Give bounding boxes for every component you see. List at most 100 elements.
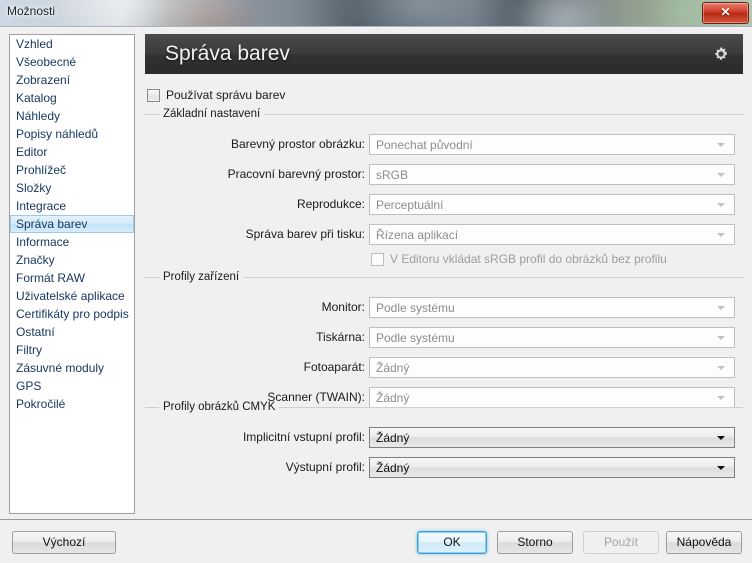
page-title: Správa barev [165, 42, 290, 65]
chevron-down-icon [717, 143, 725, 147]
form-row: Implicitní vstupní profil: Žádný [145, 427, 743, 448]
sidebar-item-3[interactable]: Zobrazení [10, 71, 134, 89]
sidebar-item-label: Integrace [16, 199, 67, 213]
group-box-2: Profily zařízení [145, 271, 743, 285]
settings-category-list[interactable]: Vzhled Všeobecné Zobrazení Katalog Náhledy Po… [9, 34, 135, 514]
dropdown-value: Žádný [376, 431, 410, 445]
sidebar-item-19[interactable]: Zásuvné moduly [10, 359, 134, 377]
sidebar-item-label: Pokročilé [16, 397, 66, 411]
field-label: Pracovní barevný prostor: [227, 167, 365, 181]
dropdown-value: Ponechat původní [376, 138, 473, 152]
dropdown-value: Perceptuální [376, 198, 444, 212]
sidebar-item-11[interactable]: Správa barev [10, 215, 134, 233]
chevron-down-icon [717, 203, 725, 207]
sidebar-item-10[interactable]: Integrace [10, 197, 134, 215]
field-label: Tiskárna: [316, 330, 365, 344]
sidebar-item-label: GPS [16, 379, 42, 393]
field-label: Reprodukce: [296, 197, 365, 211]
group-box-1: Základní nastavení [145, 108, 743, 122]
field-label: Výstupní profil: [285, 460, 365, 474]
group-box-3: Profily obrázků CMYK [145, 401, 743, 415]
settings-panel: Správa barev Používat správu barev Zákla… [145, 34, 743, 514]
sidebar-item-label: Informace [16, 235, 70, 249]
use-color-management-row[interactable]: Používat správu barev [147, 88, 285, 102]
use-color-management-checkbox[interactable] [147, 88, 160, 102]
form-row: Fotoaparát: Žádný [145, 357, 743, 378]
group-box-title: Profily obrázků CMYK [159, 401, 280, 413]
chevron-down-icon [717, 306, 725, 310]
footer-separator [0, 519, 752, 520]
field-label: Správa barev při tisku: [245, 227, 365, 241]
close-icon: ✕ [720, 5, 731, 19]
dropdown-select: Řízena aplikací [369, 224, 735, 245]
field-label: Monitor: [321, 300, 365, 314]
sidebar-item-4[interactable]: Katalog [10, 89, 134, 107]
sidebar-item-12[interactable]: Informace [10, 233, 134, 251]
dropdown-select[interactable]: Žádný [369, 457, 735, 478]
sidebar-item-label: Formát RAW [16, 271, 85, 285]
title-bar: Možnosti ✕ [0, 0, 752, 27]
window-title: Možnosti [7, 4, 56, 18]
ok-button[interactable]: OK [417, 531, 487, 554]
use-color-management-label: Používat správu barev [166, 88, 286, 102]
sidebar-item-label: Uživatelské aplikace [16, 289, 125, 303]
sidebar-item-21[interactable]: Pokročilé [10, 395, 134, 413]
dropdown-value: Podle systému [376, 331, 455, 345]
sidebar-item-6[interactable]: Popisy náhledů [10, 125, 134, 143]
dialog-client-area: Vzhled Všeobecné Zobrazení Katalog Náhledy Po… [0, 27, 752, 563]
sidebar-item-14[interactable]: Formát RAW [10, 269, 134, 287]
panel-header: Správa barev [145, 34, 743, 74]
field-label: Fotoaparát: [303, 360, 365, 374]
form-row: Výstupní profil: Žádný [145, 457, 743, 478]
dropdown-select: Podle systému [369, 327, 735, 348]
chevron-down-icon [717, 396, 725, 400]
sidebar-item-label: Značky [16, 253, 55, 267]
dropdown-select: Podle systému [369, 297, 735, 318]
sidebar-item-label: Zásuvné moduly [16, 361, 105, 375]
sidebar-item-label: Ostatní [16, 325, 55, 339]
dropdown-select[interactable]: Žádný [369, 427, 735, 448]
sidebar-item-17[interactable]: Ostatní [10, 323, 134, 341]
sidebar-item-1[interactable]: Vzhled [10, 35, 134, 53]
close-button[interactable]: ✕ [702, 2, 749, 24]
embed-srgb-profile-checkbox [371, 252, 384, 266]
help-button[interactable]: Nápověda [666, 531, 742, 554]
sidebar-item-13[interactable]: Značky [10, 251, 134, 269]
form-row: Barevný prostor obrázku: Ponechat původní [145, 134, 743, 155]
dropdown-select: Žádný [369, 357, 735, 378]
dropdown-select: sRGB [369, 164, 735, 185]
embed-srgb-profile-label: V Editoru vkládat sRGB profil do obrázků… [390, 252, 667, 266]
sidebar-item-15[interactable]: Uživatelské aplikace [10, 287, 134, 305]
form-row: Pracovní barevný prostor: sRGB [145, 164, 743, 185]
sidebar-item-18[interactable]: Filtry [10, 341, 134, 359]
gear-icon[interactable] [713, 46, 729, 62]
sidebar-item-8[interactable]: Prohlížeč [10, 161, 134, 179]
dropdown-value: sRGB [376, 168, 409, 182]
sidebar-item-9[interactable]: Složky [10, 179, 134, 197]
embed-srgb-profile-row: V Editoru vkládat sRGB profil do obrázků… [371, 252, 667, 266]
chevron-down-icon [717, 336, 725, 340]
form-row: Správa barev při tisku: Řízena aplikací [145, 224, 743, 245]
sidebar-item-16[interactable]: Certifikáty pro podpis [10, 305, 134, 323]
dropdown-select: Perceptuální [369, 194, 735, 215]
sidebar-item-label: Katalog [16, 91, 57, 105]
field-label: Barevný prostor obrázku: [230, 137, 365, 151]
apply-button: Použít [583, 531, 659, 554]
sidebar-item-20[interactable]: GPS [10, 377, 134, 395]
sidebar-item-7[interactable]: Editor [10, 143, 134, 161]
sidebar-item-label: Certifikáty pro podpis [16, 307, 129, 321]
dropdown-value: Žádný [376, 361, 410, 375]
sidebar-item-label: Vzhled [16, 37, 53, 51]
sidebar-item-label: Prohlížeč [16, 163, 67, 177]
sidebar-item-2[interactable]: Všeobecné [10, 53, 134, 71]
sidebar-item-label: Popisy náhledů [16, 127, 99, 141]
defaults-button[interactable]: Výchozí [12, 531, 116, 554]
cancel-button[interactable]: Storno [497, 531, 573, 554]
form-row: Monitor: Podle systému [145, 297, 743, 318]
sidebar-item-label: Složky [16, 181, 52, 195]
dropdown-value: Žádný [376, 461, 410, 475]
form-row: Reprodukce: Perceptuální [145, 194, 743, 215]
sidebar-item-label: Náhledy [16, 109, 61, 123]
sidebar-item-5[interactable]: Náhledy [10, 107, 134, 125]
sidebar-item-label: Správa barev [16, 217, 88, 231]
